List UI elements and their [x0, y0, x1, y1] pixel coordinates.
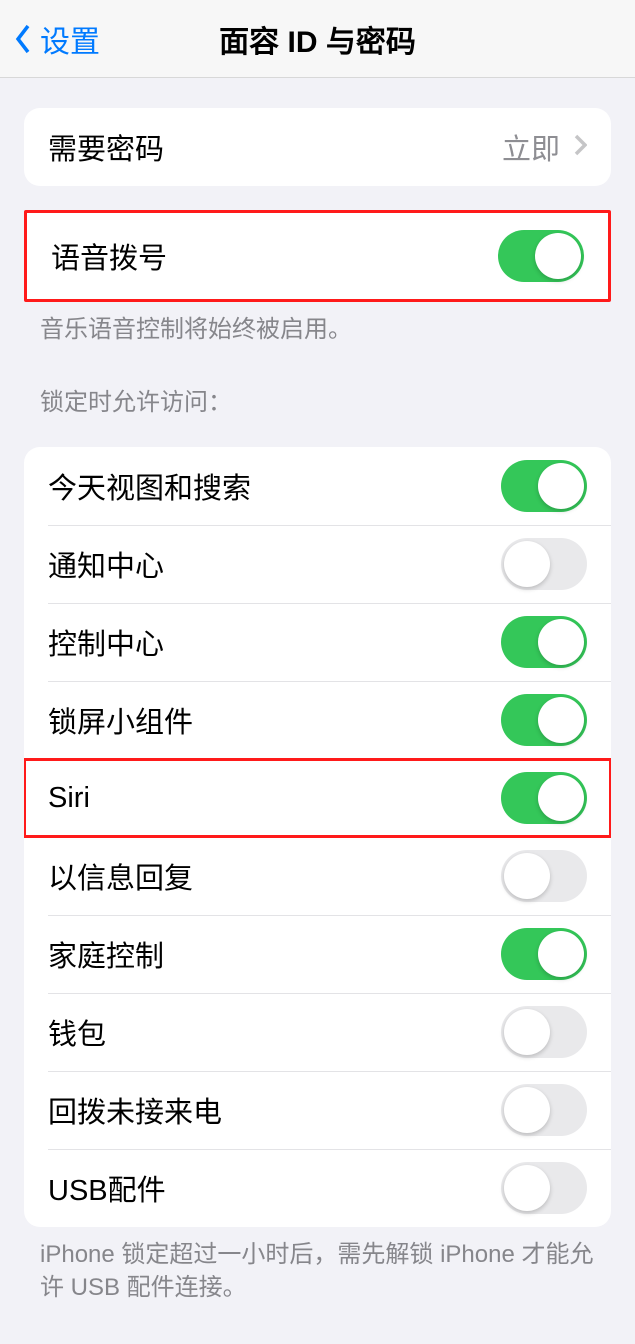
list-item-label: 以信息回复: [48, 855, 193, 897]
voice-dial-highlight: 语音拨号: [24, 210, 611, 302]
voice-dial-toggle[interactable]: [498, 230, 584, 282]
list-item-label: 回拨未接来电: [48, 1089, 222, 1131]
list-item-label: 锁屏小组件: [48, 699, 193, 741]
toggle[interactable]: [501, 1084, 587, 1136]
content: 需要密码 立即 语音拨号 音乐语音控制将始终被启用。 锁定时允许访问： 今天视图…: [0, 108, 635, 1344]
list-item: 以信息回复: [24, 837, 611, 915]
require-passcode-row[interactable]: 需要密码 立即: [24, 108, 611, 186]
toggle[interactable]: [501, 694, 587, 746]
toggle[interactable]: [501, 1162, 587, 1214]
list-item: 控制中心: [24, 603, 611, 681]
toggle[interactable]: [501, 538, 587, 590]
chevron-right-icon: [574, 134, 587, 161]
voice-dial-row: 语音拨号: [27, 213, 608, 299]
list-item-label: 家庭控制: [48, 933, 164, 975]
chevron-left-icon: [12, 22, 34, 56]
navbar: 设置 面容 ID 与密码: [0, 0, 635, 78]
toggle[interactable]: [501, 616, 587, 668]
list-item-label: 今天视图和搜索: [48, 465, 251, 507]
require-passcode-group: 需要密码 立即: [24, 108, 611, 186]
list-item: 锁屏小组件: [24, 681, 611, 759]
locked-access-header: 锁定时允许访问：: [40, 382, 595, 417]
locked-access-group: 今天视图和搜索通知中心控制中心锁屏小组件 Siri 以信息回复家庭控制钱包回拨未接来…: [24, 447, 611, 1227]
list-item-label: 钱包: [48, 1011, 106, 1053]
list-item-label: 通知中心: [48, 543, 164, 585]
toggle[interactable]: [501, 772, 587, 824]
voice-dial-footer: 音乐语音控制将始终被启用。: [40, 314, 595, 346]
locked-access-footer: iPhone 锁定超过一小时后，需先解锁 iPhone 才能允许 USB 配件连…: [40, 1239, 595, 1304]
list-item: 钱包: [24, 993, 611, 1071]
list-item: 今天视图和搜索: [24, 447, 611, 525]
list-item: 回拨未接来电: [24, 1071, 611, 1149]
list-item-label: 控制中心: [48, 621, 164, 663]
back-label: 设置: [40, 17, 100, 61]
toggle[interactable]: [501, 928, 587, 980]
list-item: 家庭控制: [24, 915, 611, 993]
require-passcode-label: 需要密码: [48, 126, 164, 168]
list-item: 通知中心: [24, 525, 611, 603]
list-item: Siri: [24, 759, 611, 837]
toggle[interactable]: [501, 1006, 587, 1058]
back-button[interactable]: 设置: [12, 17, 100, 61]
page-title: 面容 ID 与密码: [219, 17, 416, 61]
toggle[interactable]: [501, 850, 587, 902]
list-item-label: Siri: [48, 782, 90, 815]
toggle[interactable]: [501, 460, 587, 512]
require-passcode-value: 立即: [502, 126, 560, 168]
voice-dial-label: 语音拨号: [51, 235, 167, 277]
list-item: USB配件: [24, 1149, 611, 1227]
list-item-label: USB配件: [48, 1167, 166, 1209]
